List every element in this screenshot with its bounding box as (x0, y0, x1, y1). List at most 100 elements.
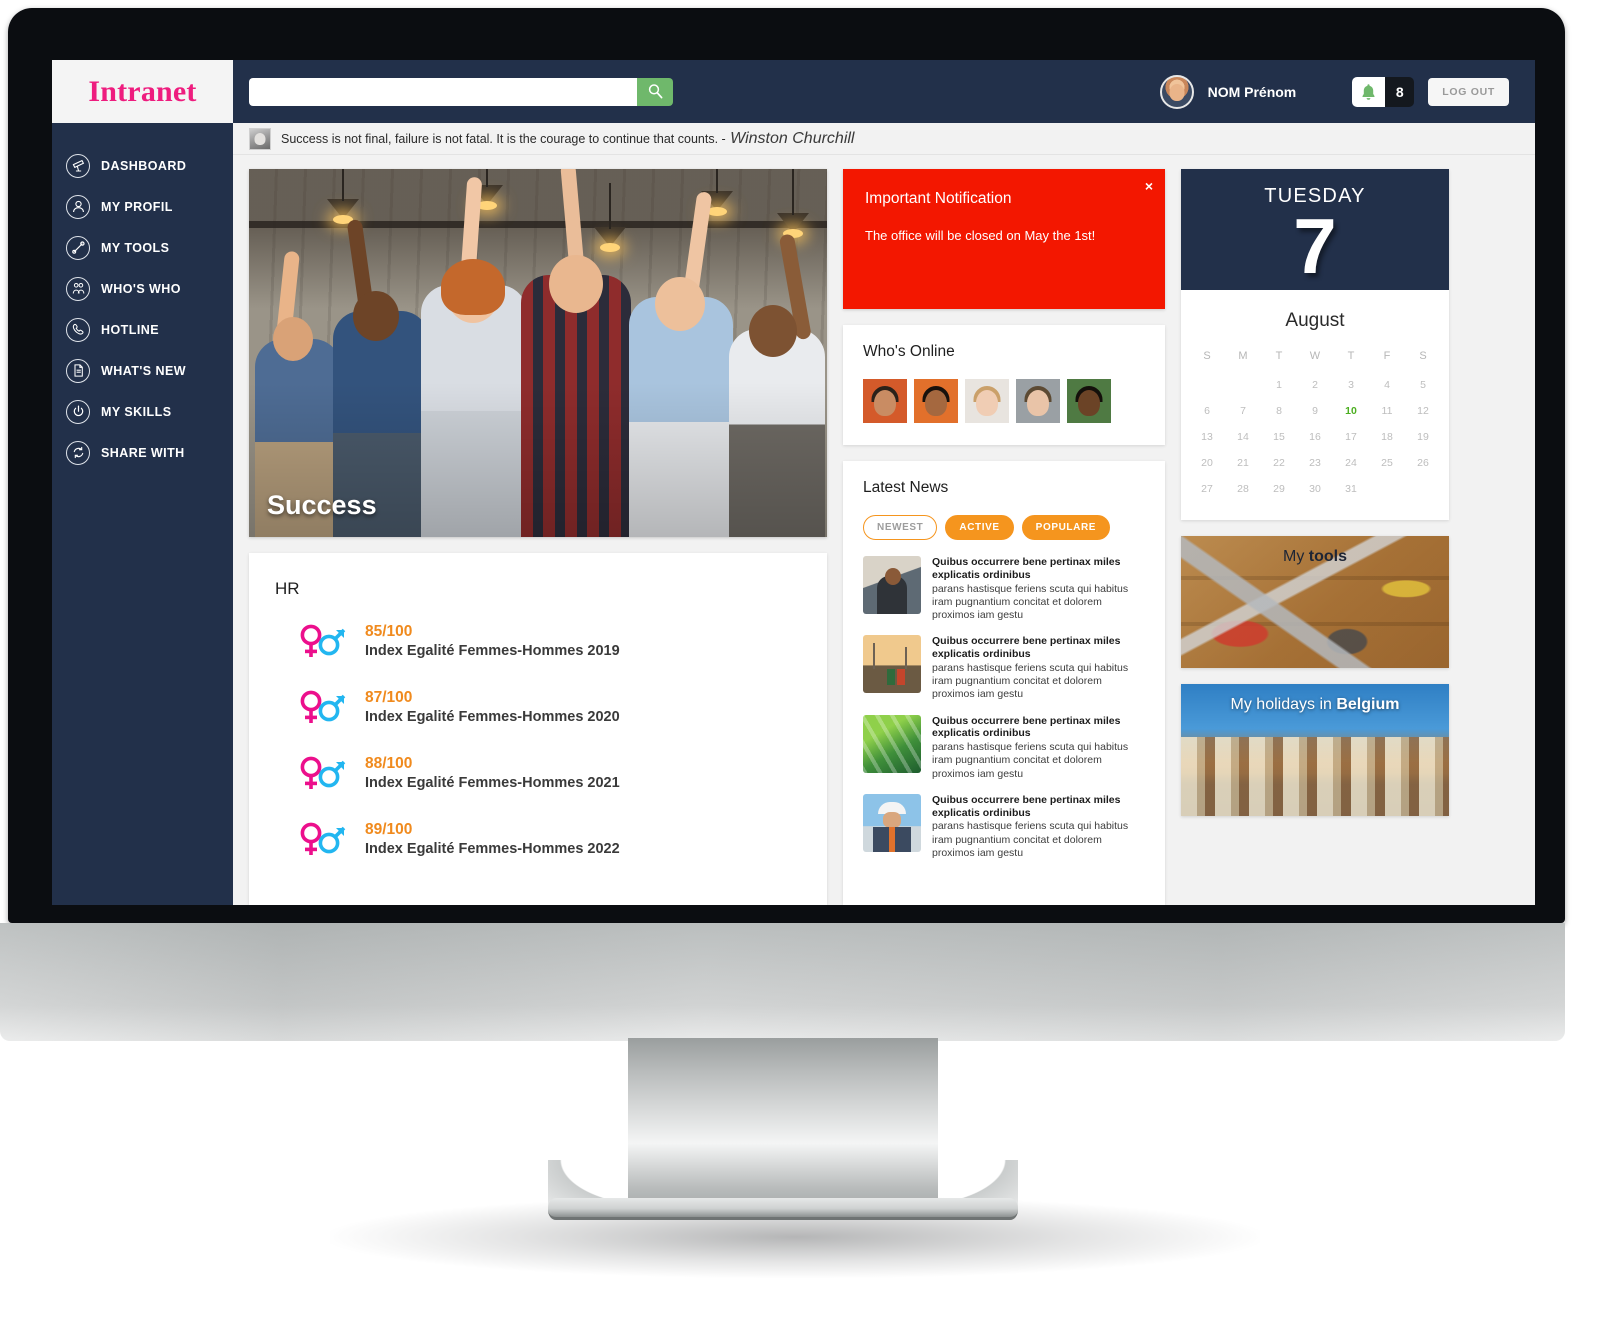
calendar-month: August (1285, 310, 1345, 332)
notification-body: The office will be closed on May the 1st… (865, 228, 1096, 243)
hr-index-row[interactable]: 88/100 Index Egalité Femmes-Hommes 2021 (297, 753, 801, 793)
sidebar-item-label: DASHBOARD (101, 158, 187, 173)
sidebar-item-hotline[interactable]: HOTLINE (52, 309, 233, 350)
promo-tools-strong: tools (1308, 548, 1347, 566)
top-bar-right: NOM Prénom 8 LOG OUT (233, 60, 1535, 123)
user-avatar[interactable] (1159, 74, 1194, 109)
notifications-button[interactable]: 8 (1352, 76, 1415, 107)
hr-index-label: Index Egalité Femmes-Hommes 2022 (365, 840, 620, 857)
hero-banner[interactable]: Success (249, 169, 827, 537)
sidebar-item-dashboard[interactable]: DASHBOARD (52, 145, 233, 186)
calendar-day[interactable]: 2 (1297, 372, 1333, 398)
calendar-day[interactable]: 19 (1405, 424, 1441, 450)
news-tab-newest[interactable]: NEWEST (863, 515, 938, 540)
calendar-day[interactable]: 29 (1261, 476, 1297, 502)
sidebar-item-my-profil[interactable]: MY PROFIL (52, 186, 233, 227)
calendar-day[interactable]: 17 (1333, 424, 1369, 450)
monitor-screen: Intranet NOM Prénom 8 LOG OUT DASHBOARD … (52, 60, 1535, 905)
calendar-day[interactable]: 6 (1189, 398, 1225, 424)
calendar-day[interactable]: 18 (1369, 424, 1405, 450)
close-icon[interactable]: × (1145, 178, 1153, 194)
search-button[interactable] (637, 77, 673, 106)
monitor-bezel: Intranet NOM Prénom 8 LOG OUT DASHBOARD … (8, 8, 1565, 923)
calendar-day[interactable]: 8 (1261, 398, 1297, 424)
calendar-day[interactable]: 26 (1405, 450, 1441, 476)
latest-news-title: Latest News (863, 479, 949, 496)
sidebar-item-whats-new[interactable]: WHAT'S NEW (52, 350, 233, 391)
online-avatar[interactable] (965, 379, 1009, 423)
news-list-item[interactable]: Quibus occurrere bene pertinax miles exp… (863, 635, 1145, 701)
calendar-day[interactable]: 23 (1297, 450, 1333, 476)
hr-index-row[interactable]: 89/100 Index Egalité Femmes-Hommes 2022 (297, 819, 801, 859)
news-list-item[interactable]: Quibus occurrere bene pertinax miles exp… (863, 793, 1145, 860)
calendar-dow-5: F (1383, 350, 1391, 363)
sidebar-item-label: SHARE WITH (101, 445, 185, 460)
calendar-dow-6: S (1419, 350, 1427, 363)
promo-my-holidays[interactable]: My holidays in Belgium (1181, 684, 1449, 817)
calendar-day[interactable]: 1 (1261, 372, 1297, 398)
gender-equality-icon (297, 687, 349, 727)
calendar-day[interactable]: 16 (1297, 424, 1333, 450)
calendar-day[interactable]: 30 (1297, 476, 1333, 502)
online-avatar[interactable] (1016, 379, 1060, 423)
calendar-day-today[interactable]: 10 (1333, 398, 1369, 424)
search-bar (249, 77, 673, 106)
brand-logo[interactable]: Intranet (52, 60, 233, 123)
sidebar-item-my-tools[interactable]: MY TOOLS (52, 227, 233, 268)
calendar-day[interactable]: 21 (1225, 450, 1261, 476)
hr-index-row[interactable]: 87/100 Index Egalité Femmes-Hommes 2020 (297, 687, 801, 727)
logout-button[interactable]: LOG OUT (1428, 77, 1509, 106)
sidebar-item-whos-who[interactable]: WHO'S WHO (52, 268, 233, 309)
dashboard-columns: Success HR 85/100 Index Egalité Femmes-H… (233, 155, 1535, 905)
calendar-day[interactable]: 11 (1369, 398, 1405, 424)
calendar-day[interactable]: 22 (1261, 450, 1297, 476)
news-thumbnail (863, 714, 921, 773)
main-content: Success is not final, failure is not fat… (233, 123, 1535, 905)
calendar-day[interactable]: 5 (1405, 372, 1441, 398)
telescope-icon (66, 153, 90, 178)
online-avatar[interactable] (914, 379, 958, 423)
calendar-day[interactable]: 13 (1189, 424, 1225, 450)
calendar-day[interactable]: 20 (1189, 450, 1225, 476)
news-text: Quibus occurrere bene pertinax miles exp… (932, 794, 1145, 860)
calendar-day[interactable]: 7 (1225, 398, 1261, 424)
news-tab-populare[interactable]: POPULARE (1021, 515, 1111, 540)
promo-my-tools[interactable]: My tools (1181, 536, 1449, 669)
calendar-day[interactable]: 3 (1333, 372, 1369, 398)
calendar-day[interactable]: 4 (1369, 372, 1405, 398)
hr-index-row[interactable]: 85/100 Index Egalité Femmes-Hommes 2019 (297, 621, 801, 661)
monitor-chin (0, 923, 1565, 1041)
user-name: NOM Prénom (1207, 83, 1297, 100)
calendar-dow-1: M (1238, 350, 1248, 363)
share-icon (66, 440, 90, 465)
calendar-day[interactable]: 28 (1225, 476, 1261, 502)
calendar-day[interactable]: 9 (1297, 398, 1333, 424)
news-headline: Quibus occurrere bene pertinax miles exp… (932, 556, 1121, 581)
calendar-day[interactable]: 27 (1189, 476, 1225, 502)
calendar-day[interactable]: 24 (1333, 450, 1369, 476)
search-input[interactable] (249, 77, 637, 106)
online-avatar[interactable] (863, 379, 907, 423)
calendar-day[interactable]: 12 (1405, 398, 1441, 424)
document-icon (66, 358, 90, 383)
news-list-item[interactable]: Quibus occurrere bene pertinax miles exp… (863, 556, 1145, 622)
calendar-dow-0: S (1203, 350, 1211, 363)
gender-equality-icon (297, 819, 349, 859)
news-body: parans hastisque feriens scuta qui habit… (932, 741, 1129, 780)
news-list-item[interactable]: Quibus occurrere bene pertinax miles exp… (863, 714, 1145, 781)
hr-index-score: 87/100 (365, 689, 413, 707)
sidebar-item-share-with[interactable]: SHARE WITH (52, 432, 233, 473)
sidebar-item-my-skills[interactable]: MY SKILLS (52, 391, 233, 432)
sidebar-item-label: WHO'S WHO (101, 281, 181, 296)
calendar-day[interactable]: 31 (1333, 476, 1369, 502)
calendar-day[interactable]: 14 (1225, 424, 1261, 450)
online-avatar[interactable] (1067, 379, 1111, 423)
calendar-day[interactable]: 15 (1261, 424, 1297, 450)
brand-name: Intranet (88, 74, 197, 108)
calendar-day[interactable]: 25 (1369, 450, 1405, 476)
news-tab-active[interactable]: ACTIVE (945, 515, 1014, 540)
calendar-blank (1225, 372, 1261, 398)
sidebar-item-label: WHAT'S NEW (101, 363, 187, 378)
calendar-dow-3: W (1309, 350, 1321, 363)
calendar-header: TUESDAY 7 (1181, 169, 1449, 291)
